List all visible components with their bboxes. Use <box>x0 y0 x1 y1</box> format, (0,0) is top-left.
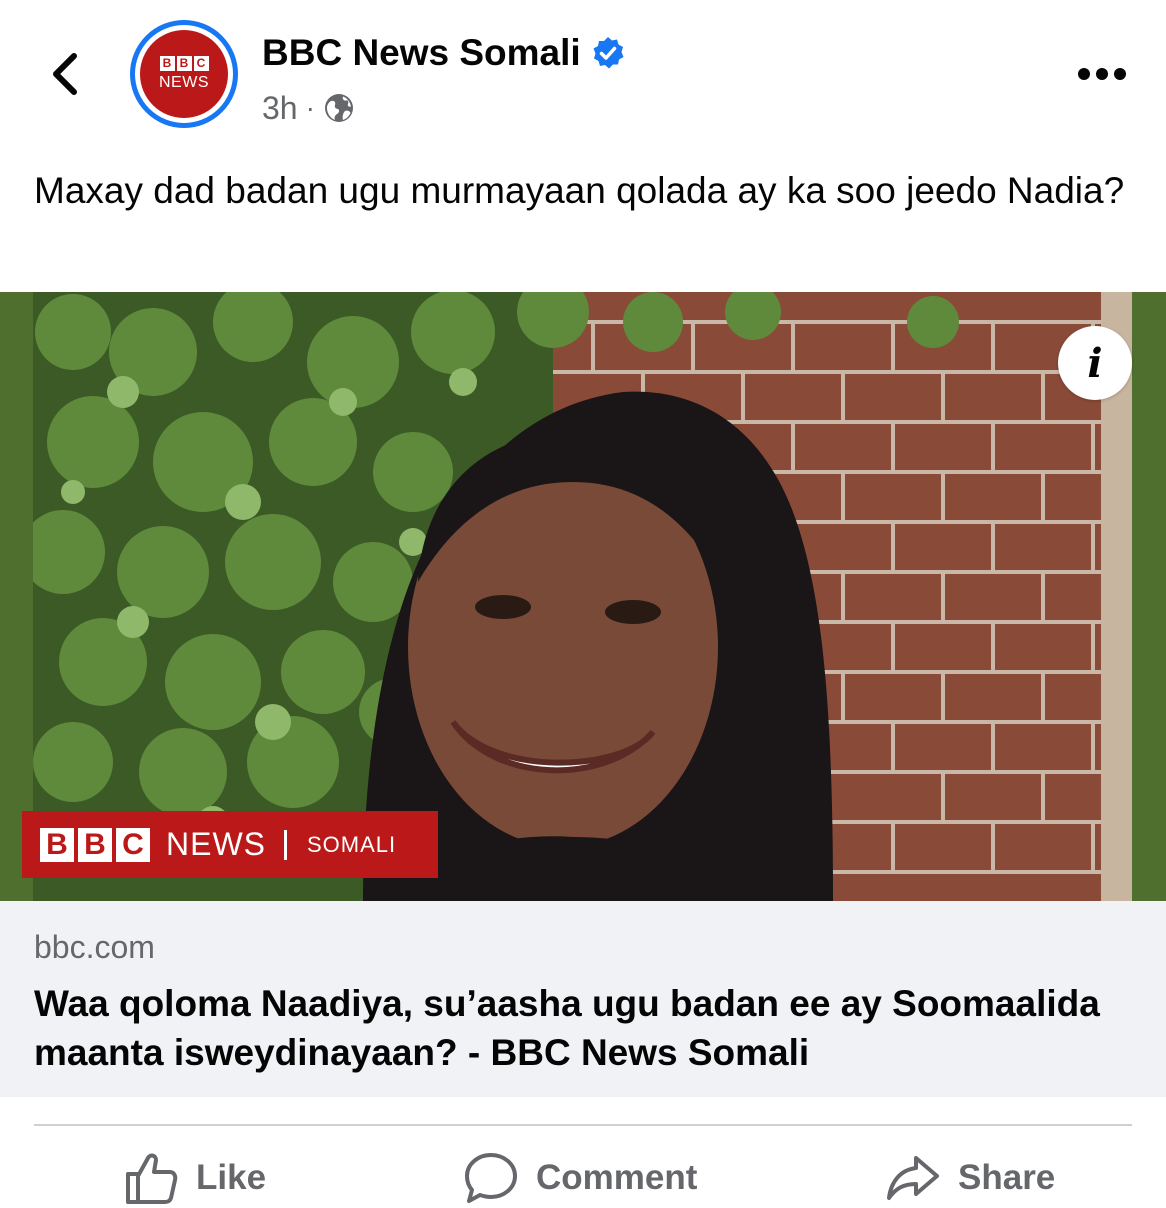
bbc-news-logo: B B C NEWS <box>140 30 228 118</box>
meta-separator: · <box>305 92 315 123</box>
logo-block: B <box>159 56 175 71</box>
page-name[interactable]: BBC News Somali <box>262 32 581 74</box>
portrait-illustration <box>33 292 1132 901</box>
bbc-somali-logo-overlay: B B C NEWS SOMALI <box>22 811 438 878</box>
verified-badge-icon <box>593 37 624 69</box>
share-label: Share <box>958 1158 1056 1197</box>
share-button[interactable]: Share <box>886 1148 1055 1208</box>
overlay-logo-section: SOMALI <box>307 831 397 857</box>
overlay-logo-block: C <box>116 827 150 862</box>
action-bar: Like Comment Share <box>0 1140 1166 1204</box>
page-name-row: BBC News Somali <box>262 30 625 76</box>
overlay-logo-block: B <box>78 827 112 862</box>
post-header: B B C NEWS BBC News Somali 3h · <box>0 0 1166 150</box>
link-domain: bbc.com <box>34 929 155 965</box>
globe-icon <box>324 94 353 122</box>
more-options-button[interactable] <box>1070 56 1134 92</box>
overlay-logo-divider <box>284 829 287 860</box>
post-time[interactable]: 3h <box>262 90 298 127</box>
share-arrow-icon <box>887 1156 939 1200</box>
link-title: Waa qoloma Naadiya, su’aasha ugu badan e… <box>34 983 1100 1073</box>
more-horizontal-icon <box>1078 68 1126 80</box>
chevron-left-icon <box>53 53 77 95</box>
actions-divider <box>34 1124 1132 1126</box>
post-photo[interactable]: B B C NEWS SOMALI <box>0 292 1166 901</box>
page-avatar[interactable]: B B C NEWS <box>130 20 238 128</box>
post-message: Maxay dad badan ugu murmayaan qolada ay … <box>34 170 1125 211</box>
overlay-logo-block: B <box>40 827 74 862</box>
logo-block: C <box>193 56 209 71</box>
logo-block: B <box>176 56 192 71</box>
comment-button[interactable]: Comment <box>464 1148 697 1208</box>
post-meta: 3h · <box>262 88 355 128</box>
photo-content <box>33 292 1132 901</box>
back-button[interactable] <box>38 46 94 102</box>
like-label: Like <box>196 1158 267 1197</box>
thumbs-up-icon <box>126 1153 178 1204</box>
logo-news-text: NEWS <box>159 74 209 91</box>
overlay-logo-news: NEWS <box>166 826 266 862</box>
info-icon: i <box>1087 339 1103 387</box>
comment-bubble-icon <box>465 1153 517 1203</box>
ad-info-button[interactable]: i <box>1058 326 1132 400</box>
link-preview[interactable]: bbc.com Waa qoloma Naadiya, su’aasha ugu… <box>0 901 1166 1097</box>
like-button[interactable]: Like <box>124 1148 266 1208</box>
comment-label: Comment <box>536 1158 698 1197</box>
